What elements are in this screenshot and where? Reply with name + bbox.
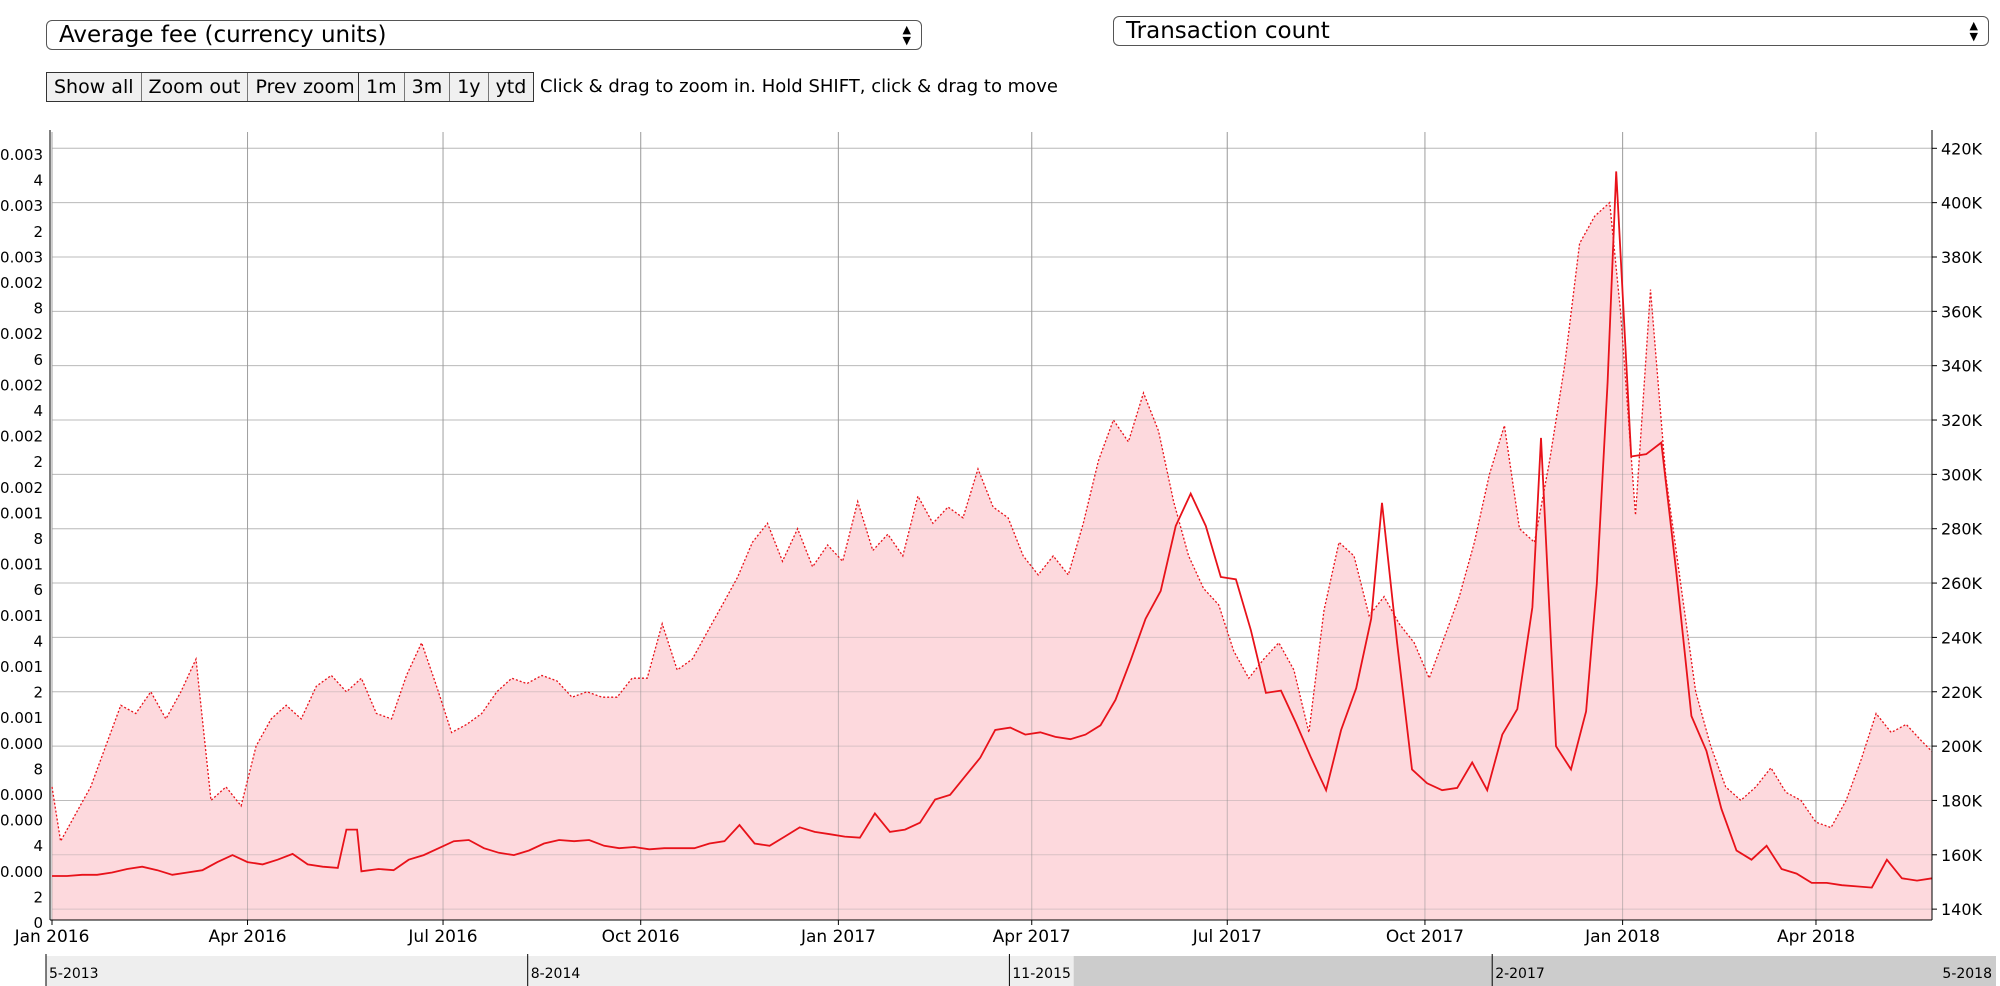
left-tick-label: 8 [33,530,43,548]
x-tick-label: Apr 2016 [208,927,286,947]
left-tick-label: 0.001 [0,556,43,574]
left-tick-label: 4 [33,172,43,190]
left-axis-ticks: 020.00040.0000.00080.0000.00120.00140.00… [0,146,43,932]
right-tick-label: 320K [1941,411,1983,430]
right-tick-label: 180K [1941,791,1983,810]
transaction-count-area [51,132,1932,921]
right-tick-label: 360K [1941,302,1983,321]
left-tick-label: 0.001 [0,607,43,625]
right-tick-label: 420K [1941,139,1983,158]
left-tick-label: 4 [33,402,43,420]
left-tick-label: 2 [33,684,43,702]
left-tick-label: 8 [33,300,43,318]
right-tick-label: 220K [1941,683,1983,702]
navigator-label: 2-2017 [1495,966,1545,982]
x-tick-label: Jan 2017 [800,927,876,947]
range-navigator[interactable]: 5-2013 8-2014 11-2015 2-2017 5-2018 [45,954,1996,986]
left-tick-label: 0.000 [0,812,43,830]
left-tick-label: 0.000 [0,786,43,804]
left-tick-label: 0.000 [0,863,43,881]
x-tick-label: Jan 2018 [1584,927,1660,947]
left-tick-label: 4 [33,632,43,650]
left-tick-label: 2 [33,453,43,471]
transaction-count-fill [52,202,1932,921]
x-tick-label: Apr 2017 [993,927,1071,947]
left-tick-label: 4 [33,837,43,855]
left-tick-label: 8 [33,760,43,778]
x-tick-label: Jan 2016 [14,927,90,947]
right-tick-label: 300K [1941,465,1983,484]
left-tick-label: 0.002 [0,479,43,497]
navigator-label: 8-2014 [531,966,581,982]
chart-canvas[interactable]: 020.00040.0000.00080.0000.00120.00140.00… [0,0,2000,986]
right-tick-label: 140K [1941,900,1983,919]
x-tick-label: Oct 2017 [1386,927,1464,947]
left-tick-label: 0.002 [0,325,43,343]
right-tick-label: 380K [1941,248,1983,267]
right-tick-label: 400K [1941,194,1983,213]
right-tick-label: 280K [1941,520,1983,539]
navigator-label: 5-2018 [1942,966,1992,982]
x-tick-label: Jul 2017 [1192,927,1262,947]
left-tick-label: 0.002 [0,274,43,292]
right-tick-label: 340K [1941,357,1983,376]
right-tick-label: 200K [1941,737,1983,756]
left-tick-label: 0.003 [0,146,43,164]
left-tick-label: 0.001 [0,504,43,522]
right-tick-label: 240K [1941,628,1983,647]
left-tick-label: 0.000 [0,735,43,753]
left-tick-label: 6 [33,581,43,599]
left-tick-label: 0.003 [0,197,43,215]
left-tick-label: 6 [33,351,43,369]
left-tick-label: 0.002 [0,376,43,394]
x-tick-label: Apr 2018 [1777,927,1855,947]
left-tick-label: 0.001 [0,709,43,727]
left-tick-label: 0.002 [0,428,43,446]
right-tick-label: 260K [1941,574,1983,593]
left-tick-label: 2 [33,888,43,906]
navigator-label: 5-2013 [49,966,99,982]
navigator-label: 11-2015 [1012,966,1071,982]
left-tick-label: 0.003 [0,248,43,266]
x-axis-ticks: Jan 2016 Apr 2016 Jul 2016 Oct 2016 Jan 2017… [14,920,1855,947]
left-tick-label: 2 [33,223,43,241]
x-tick-label: Jul 2016 [407,927,477,947]
right-axis-ticks: 140K 160K 180K 200K 220K 240K 260K 280K 300K 320K… [1932,139,1983,919]
right-tick-label: 160K [1941,846,1983,865]
left-tick-label: 0.001 [0,658,43,676]
x-tick-label: Oct 2016 [602,927,680,947]
